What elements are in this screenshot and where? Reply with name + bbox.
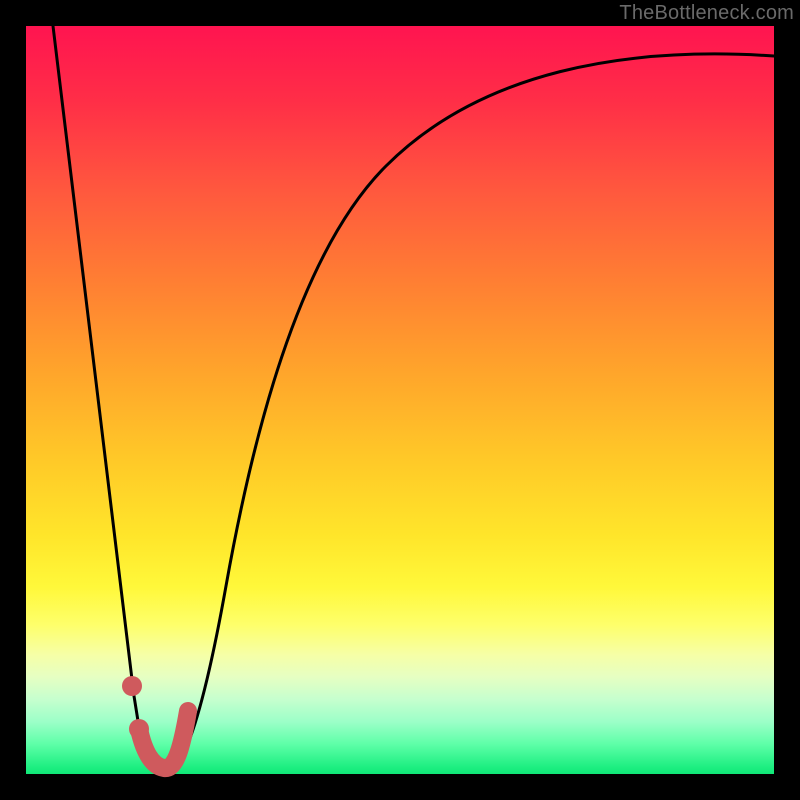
plot-area [26, 26, 774, 774]
red-marker-stroke [139, 711, 188, 768]
curves-svg [26, 26, 774, 774]
red-marker-dot-lower [129, 719, 149, 739]
chart-frame: TheBottleneck.com [0, 0, 800, 800]
right-asymptotic-curve [166, 54, 774, 773]
red-marker-dot-upper [122, 676, 142, 696]
watermark-text: TheBottleneck.com [619, 2, 794, 25]
left-descending-line [53, 26, 166, 773]
